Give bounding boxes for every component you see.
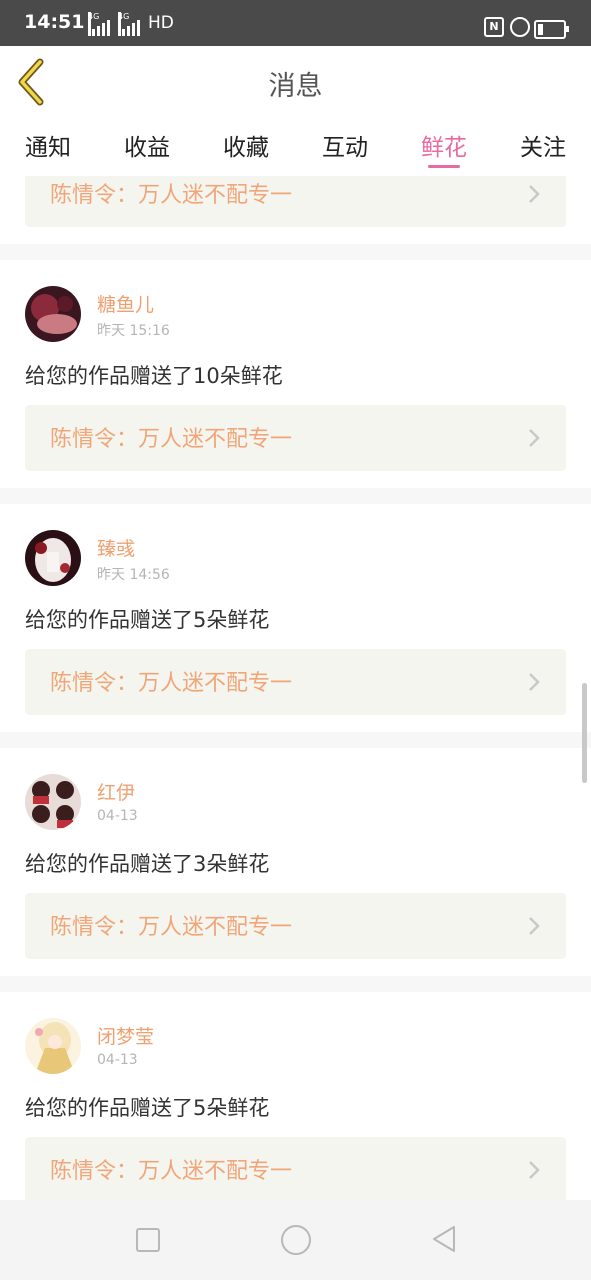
system-nav-bar xyxy=(0,1200,591,1280)
message-text: 给您的作品赠送了3朵鲜花 xyxy=(25,852,270,876)
work-title: 陈情令：万人迷不配专一 xyxy=(50,427,293,452)
status-time: 14:51 xyxy=(24,11,85,33)
network-type-label: 4G xyxy=(88,12,99,36)
list-item: 臻彧 昨天 14:56 给您的作品赠送了5朵鲜花 陈情令：万人迷不配专一 xyxy=(0,504,591,732)
page-title: 消息 xyxy=(268,71,323,102)
signal-icon: 4G xyxy=(88,12,112,36)
timestamp: 04-13 xyxy=(97,1052,138,1068)
tab-earnings[interactable]: 收益 xyxy=(107,128,187,162)
list-item: 糖鱼儿 昨天 15:16 给您的作品赠送了10朵鲜花 陈情令：万人迷不配专一 xyxy=(0,260,591,488)
work-title: 陈情令：万人迷不配专一 xyxy=(50,671,293,696)
tab-follows[interactable]: 关注 xyxy=(503,128,583,162)
avatar[interactable] xyxy=(25,774,81,830)
alarm-icon xyxy=(510,17,530,37)
chevron-right-icon xyxy=(529,185,540,203)
chevron-right-icon xyxy=(529,673,540,691)
work-title: 陈情令：万人迷不配专一 xyxy=(50,183,293,208)
timestamp: 昨天 14:56 xyxy=(97,567,170,583)
avatar[interactable] xyxy=(25,530,81,586)
tab-interactions[interactable]: 互动 xyxy=(305,128,385,162)
list-item: 闭梦莹 04-13 给您的作品赠送了5朵鲜花 陈情令：万人迷不配专一 xyxy=(0,992,591,1200)
tab-notifications[interactable]: 通知 xyxy=(8,128,88,162)
message-text: 给您的作品赠送了5朵鲜花 xyxy=(25,1096,270,1120)
work-link[interactable]: 陈情令：万人迷不配专一 xyxy=(25,1137,566,1200)
avatar[interactable] xyxy=(25,286,81,342)
scrollbar[interactable] xyxy=(582,683,587,783)
username[interactable]: 臻彧 xyxy=(97,534,135,561)
signal-icon: 4G xyxy=(118,12,142,36)
chevron-right-icon xyxy=(529,917,540,935)
recent-apps-icon[interactable] xyxy=(136,1228,160,1252)
nfc-icon: N xyxy=(484,17,504,37)
work-title: 陈情令：万人迷不配专一 xyxy=(50,1159,293,1184)
active-tab-indicator xyxy=(428,165,460,168)
chevron-right-icon xyxy=(529,1161,540,1179)
chevron-right-icon xyxy=(529,429,540,447)
tab-flowers[interactable]: 鲜花 xyxy=(404,128,484,162)
list-item: 陈情令：万人迷不配专一 xyxy=(0,176,591,244)
avatar[interactable] xyxy=(25,1018,81,1074)
header: 消息 xyxy=(0,46,591,119)
hd-label: HD xyxy=(148,13,174,33)
back-triangle-icon[interactable] xyxy=(430,1224,458,1254)
status-bar: 14:51 4G 4G HD N xyxy=(0,0,591,46)
work-link[interactable]: 陈情令：万人迷不配专一 xyxy=(25,893,566,959)
timestamp: 昨天 15:16 xyxy=(97,323,170,339)
message-text: 给您的作品赠送了5朵鲜花 xyxy=(25,608,270,632)
tab-favorites[interactable]: 收藏 xyxy=(206,128,286,162)
work-link[interactable]: 陈情令：万人迷不配专一 xyxy=(25,649,566,715)
username[interactable]: 闭梦莹 xyxy=(97,1022,154,1049)
message-list[interactable]: 陈情令：万人迷不配专一 糖鱼儿 昨天 15:16 给您的作品赠送了10朵鲜花 陈… xyxy=(0,176,591,1200)
work-link[interactable]: 陈情令：万人迷不配专一 xyxy=(25,405,566,471)
username[interactable]: 糖鱼儿 xyxy=(97,290,154,317)
work-title: 陈情令：万人迷不配专一 xyxy=(50,915,293,940)
list-item: 红伊 04-13 给您的作品赠送了3朵鲜花 陈情令：万人迷不配专一 xyxy=(0,748,591,976)
tab-bar: 通知 收益 收藏 互动 鲜花 关注 xyxy=(0,118,591,176)
timestamp: 04-13 xyxy=(97,808,138,824)
message-text: 给您的作品赠送了10朵鲜花 xyxy=(25,364,283,388)
battery-icon xyxy=(534,20,569,39)
network-type-label: 4G xyxy=(118,12,129,36)
work-link[interactable]: 陈情令：万人迷不配专一 xyxy=(25,176,566,227)
home-icon[interactable] xyxy=(281,1225,311,1255)
username[interactable]: 红伊 xyxy=(97,778,135,805)
